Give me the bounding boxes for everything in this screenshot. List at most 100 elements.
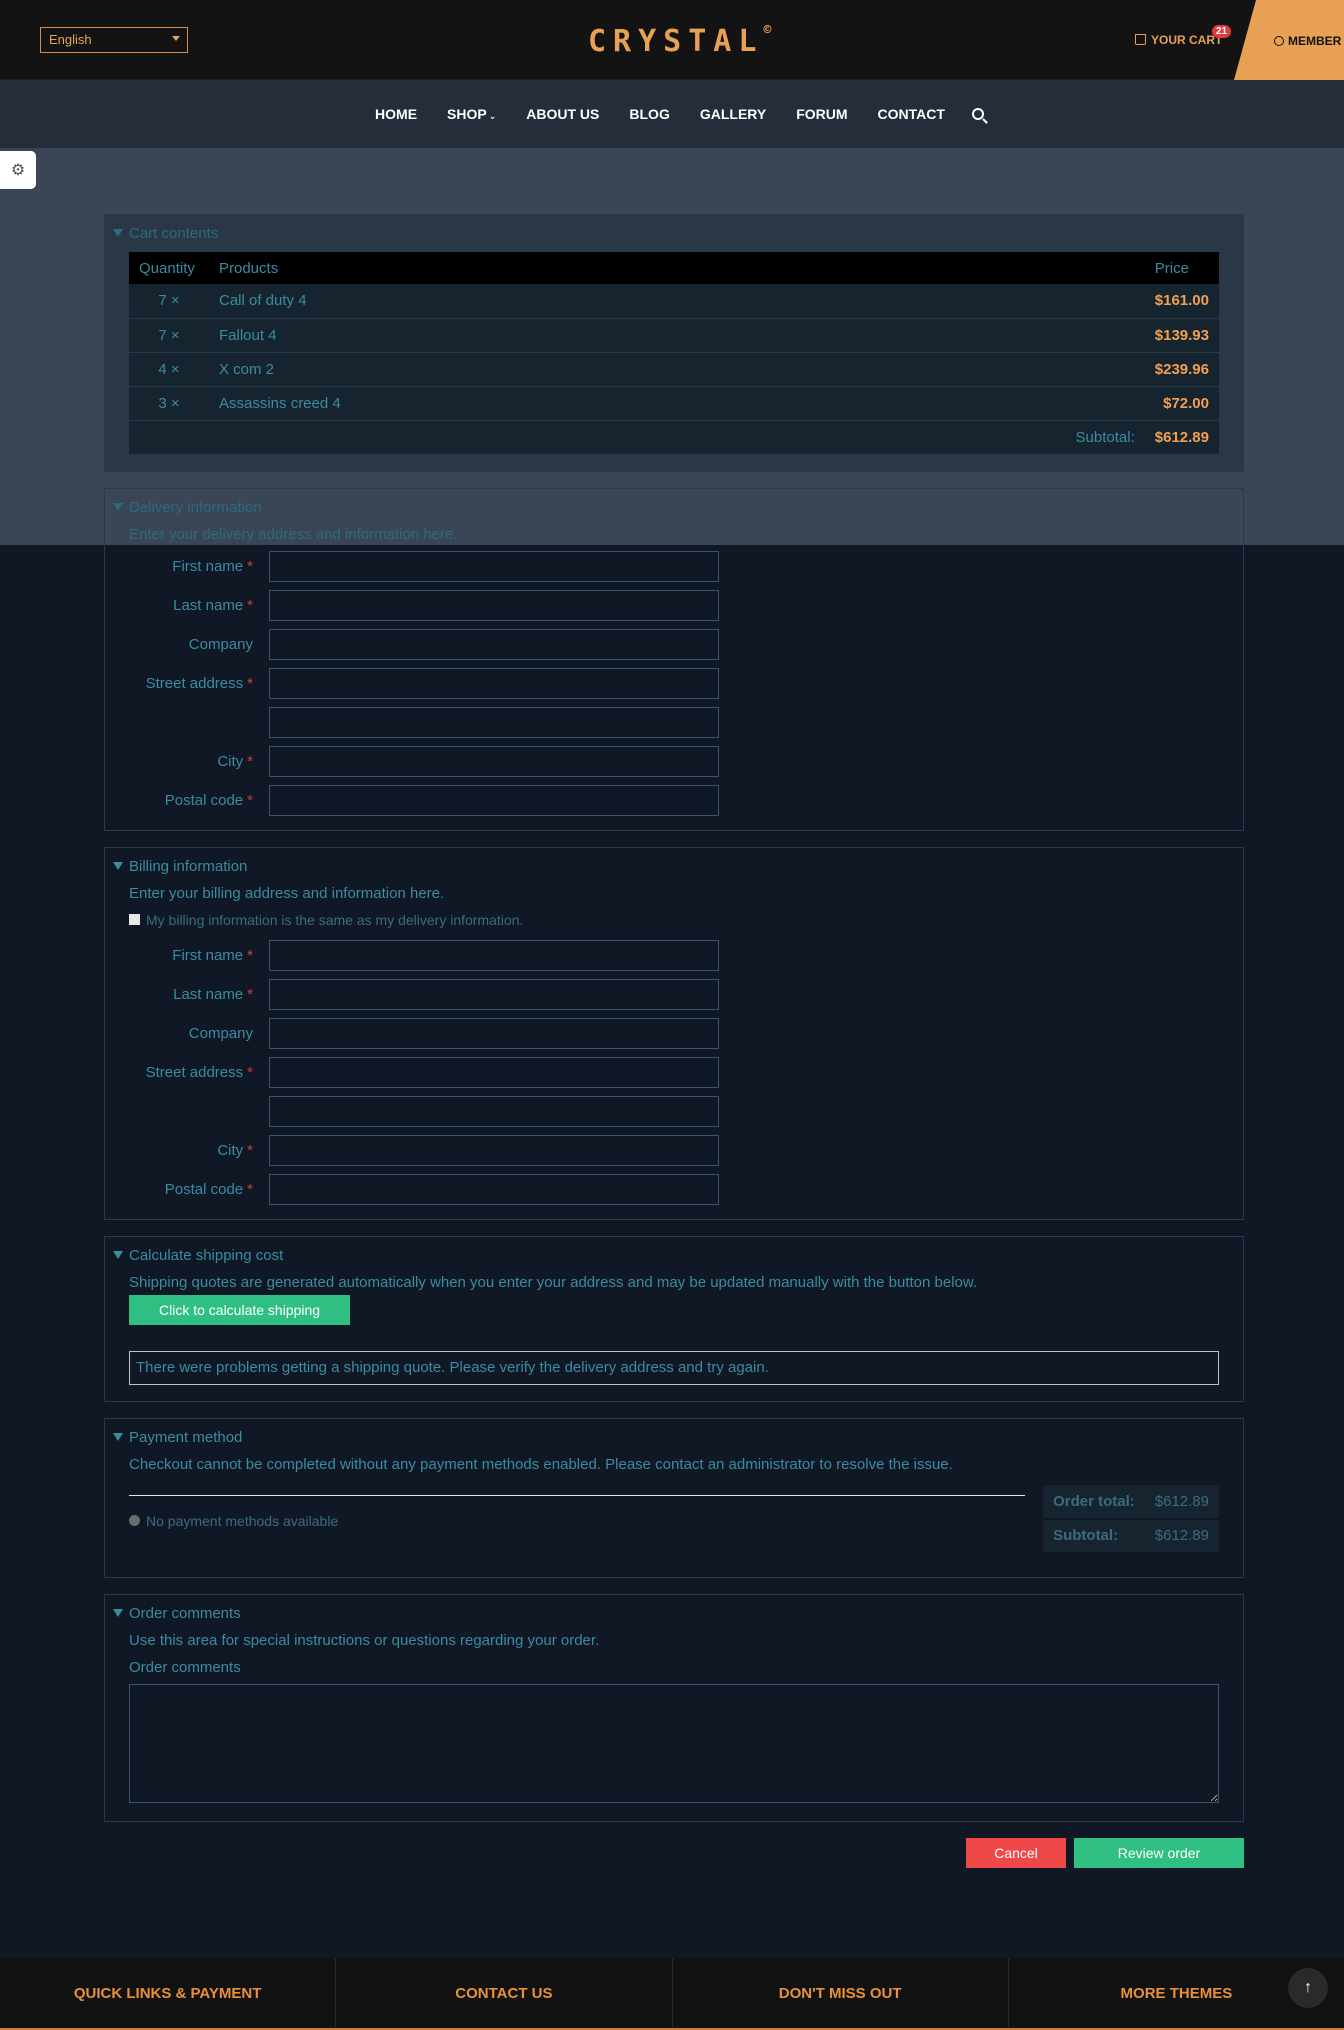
calculate-shipping-button[interactable]: Click to calculate shipping xyxy=(129,1294,351,1325)
subtotal-label: Subtotal: xyxy=(129,420,1145,455)
street-label: Street address * xyxy=(129,675,269,692)
company-label: Company xyxy=(129,636,269,653)
billing-city-input[interactable] xyxy=(269,1134,719,1166)
bag-icon xyxy=(1135,34,1146,45)
item-name: Assassins creed 4 xyxy=(209,386,1145,421)
gear-icon[interactable]: ⚙ xyxy=(0,151,36,189)
no-payment-label: No payment methods available xyxy=(146,1512,339,1529)
subtotal-value: $612.89 xyxy=(1144,1518,1219,1554)
search-icon[interactable] xyxy=(971,108,984,120)
billing-street2-input[interactable] xyxy=(269,1095,719,1127)
billing-section: Billing information Enter your billing a… xyxy=(104,846,1244,1220)
logo-mark: © xyxy=(763,23,772,38)
triangle-down-icon xyxy=(113,229,123,237)
nav-shop-label: SHOP xyxy=(447,106,487,122)
footer-contact-us[interactable]: CONTACT US xyxy=(336,1958,673,2028)
label-text: Company xyxy=(188,1024,253,1042)
billing-toggle[interactable]: Billing information xyxy=(113,848,1219,885)
required-mark: * xyxy=(247,596,253,614)
same-as-delivery-checkbox[interactable]: My billing information is the same as my… xyxy=(129,912,1219,928)
delivery-street2-input[interactable] xyxy=(269,706,719,738)
nav-forum[interactable]: FORUM xyxy=(796,106,847,122)
required-mark: * xyxy=(247,557,253,575)
required-mark: * xyxy=(247,752,253,770)
first-name-label: First name * xyxy=(129,947,269,964)
order-totals: Order total: $612.89 Subtotal: $612.89 xyxy=(1043,1484,1219,1554)
billing-street-input[interactable] xyxy=(269,1056,719,1088)
member-button[interactable]: MEMBER xyxy=(1234,0,1344,80)
subtotal-value: $612.89 xyxy=(1144,420,1219,455)
triangle-down-icon xyxy=(113,1250,123,1259)
billing-last-name-input[interactable] xyxy=(269,978,719,1010)
cart-contents-section: Cart contents Quantity Products Price 7 … xyxy=(104,214,1244,472)
delivery-company-input[interactable] xyxy=(269,628,719,660)
review-order-button[interactable]: Review order xyxy=(1074,1837,1244,1868)
table-row: 7 × Call of duty 4 $161.00 xyxy=(129,284,1219,319)
member-label: MEMBER xyxy=(1288,34,1342,48)
delivery-hint: Enter your delivery address and informat… xyxy=(129,525,458,543)
cart-contents-legend: Cart contents xyxy=(129,225,219,242)
comments-hint: Use this area for special instructions o… xyxy=(129,1631,600,1649)
subtotal-row: Subtotal: $612.89 xyxy=(129,420,1219,455)
required-mark: * xyxy=(247,1141,253,1159)
nav-gallery[interactable]: GALLERY xyxy=(700,106,766,122)
required-mark: * xyxy=(247,946,253,964)
item-price: $161.00 xyxy=(1144,284,1219,319)
shipping-toggle[interactable]: Calculate shipping cost xyxy=(113,1237,1219,1274)
checkbox-label: My billing information is the same as my… xyxy=(146,911,524,928)
item-price: $72.00 xyxy=(1144,386,1219,421)
label-text: Street address xyxy=(145,674,244,692)
comments-toggle[interactable]: Order comments xyxy=(113,1595,1219,1632)
site-logo[interactable]: CRYSTAL© xyxy=(588,23,772,59)
billing-company-input[interactable] xyxy=(269,1017,719,1049)
shipping-error-message: There were problems getting a shipping q… xyxy=(129,1350,1219,1385)
billing-postal-input[interactable] xyxy=(269,1173,719,1205)
nav-about[interactable]: ABOUT US xyxy=(526,106,599,122)
cart-contents-toggle[interactable]: Cart contents xyxy=(113,215,1219,252)
triangle-down-icon xyxy=(113,1432,123,1441)
cart-table: Quantity Products Price 7 × Call of duty… xyxy=(129,252,1219,455)
payment-method-radio[interactable]: No payment methods available xyxy=(129,1513,338,1529)
item-qty: 7 × xyxy=(129,284,209,319)
language-select[interactable]: English xyxy=(40,27,188,53)
nav-blog[interactable]: BLOG xyxy=(629,106,669,122)
main-nav: HOME SHOP ⌄ ABOUT US BLOG GALLERY FORUM C… xyxy=(0,80,1344,148)
payment-toggle[interactable]: Payment method xyxy=(113,1419,1219,1456)
divider xyxy=(129,1494,1025,1496)
label-text: Street address xyxy=(145,1063,244,1081)
billing-first-name-input[interactable] xyxy=(269,939,719,971)
payment-hint: Checkout cannot be completed without any… xyxy=(129,1455,953,1473)
nav-home[interactable]: HOME xyxy=(375,106,417,122)
order-total-row: Order total: $612.89 xyxy=(1043,1484,1219,1520)
triangle-down-icon xyxy=(113,861,123,870)
footer-quick-links[interactable]: QUICK LINKS & PAYMENT xyxy=(0,1958,337,2028)
cart-table-header: Quantity Products Price xyxy=(129,252,1219,284)
item-price: $139.93 xyxy=(1144,318,1219,353)
delivery-toggle[interactable]: Delivery information xyxy=(113,489,1219,526)
order-comments-textarea[interactable] xyxy=(129,1683,1219,1803)
triangle-down-icon xyxy=(113,502,123,511)
delivery-last-name-input[interactable] xyxy=(269,589,719,621)
checkbox-icon xyxy=(129,913,140,925)
cart-link[interactable]: YOUR CART 21 xyxy=(1135,25,1232,47)
first-name-label: First name * xyxy=(129,558,269,575)
delivery-postal-input[interactable] xyxy=(269,784,719,816)
footer-dont-miss-out[interactable]: DON'T MISS OUT xyxy=(673,1958,1009,2028)
delivery-city-input[interactable] xyxy=(269,745,719,777)
nav-shop[interactable]: SHOP ⌄ xyxy=(447,106,496,122)
label-text: First name xyxy=(172,946,244,964)
label-text: Postal code xyxy=(164,1180,244,1198)
cancel-button[interactable]: Cancel xyxy=(966,1837,1066,1868)
postal-label: Postal code * xyxy=(129,792,269,809)
label-text: Postal code xyxy=(164,791,244,809)
triangle-down-icon xyxy=(113,1608,123,1617)
delivery-first-name-input[interactable] xyxy=(269,550,719,582)
nav-contact[interactable]: CONTACT xyxy=(878,106,945,122)
delivery-section: Delivery information Enter your delivery… xyxy=(104,487,1244,831)
delivery-street-input[interactable] xyxy=(269,667,719,699)
item-name: Call of duty 4 xyxy=(209,284,1145,319)
arrow-up-icon[interactable]: ↑ xyxy=(1288,1968,1328,2008)
item-qty: 4 × xyxy=(129,352,209,387)
cart-count-badge: 21 xyxy=(1212,25,1232,38)
required-mark: * xyxy=(247,791,253,809)
